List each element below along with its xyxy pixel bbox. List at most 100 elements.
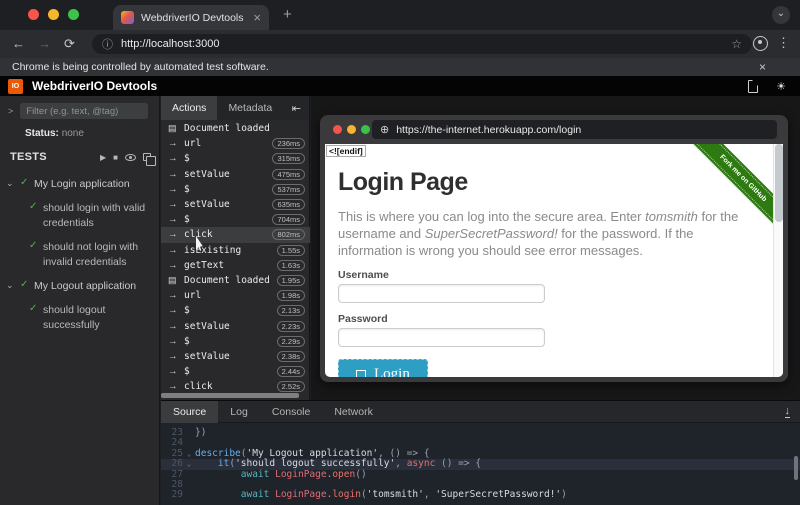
timing-badge: 2.38s <box>277 351 305 362</box>
action-label: $ <box>184 184 272 195</box>
action-label: $ <box>184 153 272 164</box>
arrow-right-icon: → <box>168 169 184 180</box>
action-row[interactable]: →isExisting1.55s <box>161 243 310 258</box>
action-row[interactable]: →$704ms <box>161 212 310 227</box>
sidebar-collapse-icon[interactable]: > <box>8 106 13 116</box>
collapse-panel-icon[interactable]: ⇤ <box>292 102 301 115</box>
screen: WebdriverIO Devtools × + ⌄ ← → ⟳ ⓘ http:… <box>0 0 800 505</box>
url-bar[interactable]: ⓘ http://localhost:3000 ☆ <box>92 34 752 54</box>
fold-spacer <box>183 490 195 500</box>
action-row[interactable]: →$2.44s <box>161 364 310 379</box>
action-row[interactable]: →setValue2.38s <box>161 349 310 364</box>
embedded-minimize-button[interactable] <box>347 125 356 134</box>
tab-log[interactable]: Log <box>218 401 260 423</box>
watch-icon[interactable] <box>125 154 136 161</box>
timing-badge: 1.63s <box>277 260 305 271</box>
tree-item-suite[interactable]: ⌄✓My Login application <box>0 177 159 192</box>
scrollbar-thumb[interactable] <box>161 393 299 398</box>
report-icon[interactable] <box>748 80 758 93</box>
forward-icon[interactable]: → <box>38 36 51 51</box>
browser-tab[interactable]: WebdriverIO Devtools × <box>113 5 269 30</box>
token: open <box>332 469 355 480</box>
page-scrollbar-thumb[interactable] <box>775 144 783 222</box>
login-button-label: Login <box>374 366 410 377</box>
fold-spacer <box>183 428 195 438</box>
download-icon[interactable]: ↓ <box>785 406 791 418</box>
editor-scrollbar-thumb[interactable] <box>794 456 798 480</box>
bottom-tab-bar: SourceLogConsoleNetwork ↓ <box>161 401 800 423</box>
embedded-zoom-button[interactable] <box>361 125 370 134</box>
bookmark-star-icon[interactable]: ☆ <box>731 37 742 51</box>
token: 'My Logout application' <box>247 448 379 459</box>
status-label: Status: <box>25 128 59 139</box>
tab-console[interactable]: Console <box>260 401 323 423</box>
tab-actions[interactable]: Actions <box>161 96 217 120</box>
timing-badge: 1.55s <box>277 245 305 256</box>
bottom-panel: SourceLogConsoleNetwork ↓ 23})2425⌄descr… <box>161 400 800 505</box>
action-row[interactable]: →getText1.63s <box>161 258 310 273</box>
action-row[interactable]: →click802ms <box>161 227 310 242</box>
action-row[interactable]: →setValue2.23s <box>161 318 310 333</box>
fold-icon[interactable]: ⌄ <box>183 459 195 469</box>
actions-hscrollbar[interactable] <box>161 393 310 398</box>
token: LoginPage <box>275 469 326 480</box>
token: () <box>355 469 366 480</box>
test-label: should not login with invalid credential… <box>43 240 147 270</box>
chevron-down-icon[interactable]: ⌄ <box>6 280 20 291</box>
action-row[interactable]: →$2.29s <box>161 334 310 349</box>
profile-icon[interactable] <box>753 36 768 51</box>
banner-close-icon[interactable]: × <box>759 60 766 74</box>
window-close-button[interactable] <box>28 9 39 20</box>
action-row[interactable]: →$537ms <box>161 182 310 197</box>
page-scrollbar[interactable] <box>773 144 783 377</box>
code-editor[interactable]: 23})2425⌄describe('My Logout application… <box>161 424 800 505</box>
tab-network[interactable]: Network <box>322 401 385 423</box>
fold-spacer <box>183 470 195 480</box>
reload-icon[interactable]: ⟳ <box>64 36 75 52</box>
tree-item-test[interactable]: ✓should login with valid credentials <box>0 201 159 231</box>
action-label: setValue <box>184 351 277 362</box>
tree-item-test[interactable]: ✓should logout successfully <box>0 303 159 333</box>
timing-badge: 802ms <box>272 229 305 240</box>
filter-input[interactable] <box>20 103 148 119</box>
login-button[interactable]: Login <box>338 359 428 377</box>
run-tests-icon[interactable]: ▶ <box>100 153 106 162</box>
app-title: WebdriverIO Devtools <box>32 79 748 93</box>
tab-source[interactable]: Source <box>161 401 218 423</box>
action-row[interactable]: →$2.13s <box>161 303 310 318</box>
url-text[interactable]: http://localhost:3000 <box>121 38 731 50</box>
check-icon: ✓ <box>29 240 43 251</box>
fold-icon[interactable]: ⌄ <box>183 449 195 459</box>
browser-menu-icon[interactable]: ⋮ <box>777 35 790 51</box>
code-line: 27 await LoginPage.open() <box>161 470 800 480</box>
theme-toggle-icon[interactable]: ☀ <box>776 80 786 93</box>
action-row[interactable]: →setValue635ms <box>161 197 310 212</box>
window-zoom-button[interactable] <box>68 9 79 20</box>
copy-icon[interactable] <box>143 153 151 161</box>
action-row[interactable]: ▤Document loaded <box>161 121 310 136</box>
action-row[interactable]: →setValue475ms <box>161 167 310 182</box>
embedded-url-bar[interactable]: ⊕ https://the-internet.herokuapp.com/log… <box>372 120 777 139</box>
action-row[interactable]: ▤Document loaded1.95s <box>161 273 310 288</box>
paragraph-text: SuperSecretPassword! <box>425 226 558 241</box>
action-row[interactable]: →url236ms <box>161 136 310 151</box>
chevron-down-icon[interactable]: ⌄ <box>6 178 20 189</box>
tab-search-chevron-icon[interactable]: ⌄ <box>772 6 790 24</box>
token: 'tomsmith' <box>367 489 424 500</box>
stop-tests-icon[interactable]: ■ <box>113 153 118 162</box>
tree-item-test[interactable]: ✓should not login with invalid credentia… <box>0 240 159 270</box>
action-row[interactable]: →url1.98s <box>161 288 310 303</box>
window-minimize-button[interactable] <box>48 9 59 20</box>
back-icon[interactable]: ← <box>12 36 25 51</box>
action-row[interactable]: →$315ms <box>161 151 310 166</box>
tree-item-suite[interactable]: ⌄✓My Logout application <box>0 279 159 294</box>
password-input[interactable] <box>338 328 545 347</box>
site-info-icon[interactable]: ⓘ <box>102 36 113 52</box>
tab-close-icon[interactable]: × <box>253 11 261 24</box>
new-tab-button[interactable]: + <box>283 6 292 23</box>
code-line: 29 await LoginPage.login('tomsmith', 'Su… <box>161 490 800 500</box>
embedded-close-button[interactable] <box>333 125 342 134</box>
username-input[interactable] <box>338 284 545 303</box>
document-icon: ▤ <box>168 275 184 286</box>
tab-metadata[interactable]: Metadata <box>217 96 283 120</box>
